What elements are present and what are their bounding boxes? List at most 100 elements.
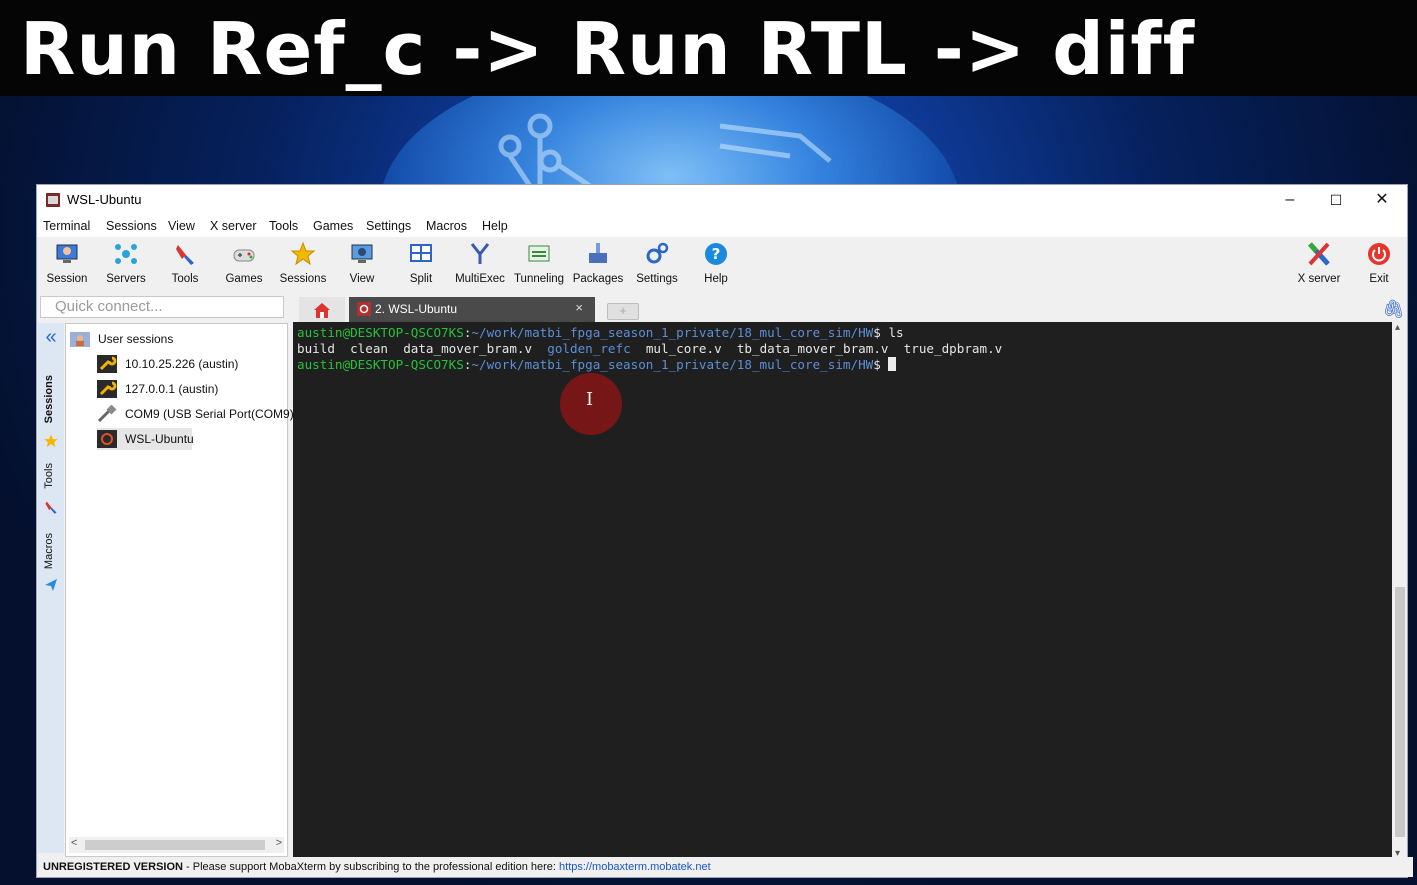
session-item-label: COM9 (USB Serial Port(COM9))	[125, 407, 298, 421]
terminal-scroll-thumb[interactable]	[1395, 587, 1405, 837]
wsl-icon	[97, 430, 117, 448]
paperclip-icon[interactable]: 🖇	[1382, 299, 1405, 320]
servers-button[interactable]: Servers	[96, 237, 156, 291]
ls-entry: tb_data_mover_bram.v	[736, 341, 889, 356]
split-icon	[410, 244, 432, 262]
tunneling-label: Tunneling	[513, 273, 565, 285]
split-button[interactable]: Split	[391, 237, 451, 291]
prompt-path: ~/work/matbi_fpga_season_1_private/18_mu…	[471, 357, 874, 372]
ssh-key-icon	[97, 355, 117, 373]
toolbar: Session Servers Tools Games Sessions Vie…	[37, 237, 1407, 291]
scroll-right-icon[interactable]: >	[276, 837, 282, 849]
session-icon	[56, 244, 78, 263]
scroll-thumb[interactable]	[85, 840, 265, 850]
menu-x-server[interactable]: X server	[210, 219, 257, 233]
settings-button[interactable]: Settings	[627, 237, 687, 291]
terminal-output[interactable]: austin@DESKTOP-QSCO7KS:~/work/matbi_fpga…	[293, 322, 1392, 859]
menu-macros[interactable]: Macros	[426, 219, 467, 233]
ls-entry: mul_core.v	[645, 341, 722, 356]
tab-strip: 2. WSL-Ubuntu × + 🖇	[289, 295, 1407, 322]
help-icon: ?	[705, 243, 727, 265]
sidebar-tab-sessions[interactable]: Sessions	[38, 371, 64, 451]
quick-connect-input[interactable]: Quick connect...	[40, 296, 284, 318]
xserver-label: X server	[1297, 273, 1341, 285]
terminal-line-3: austin@DESKTOP-QSCO7KS:~/work/matbi_fpga…	[297, 357, 897, 373]
help-button[interactable]: ? Help	[686, 237, 746, 291]
gear-icon	[646, 242, 669, 264]
session-item-com9[interactable]: COM9 (USB Serial Port(COM9))	[97, 403, 298, 425]
tab-wsl-ubuntu[interactable]: 2. WSL-Ubuntu ×	[349, 297, 595, 322]
unregistered-label: UNREGISTERED VERSION	[43, 861, 183, 873]
window-title: WSL-Ubuntu	[67, 192, 142, 207]
menu-sessions[interactable]: Sessions	[106, 219, 157, 233]
sidebar-tab-macros[interactable]: Macros	[38, 529, 64, 609]
session-item-ssh-2[interactable]: 127.0.0.1 (austin)	[97, 378, 282, 400]
macros-tab-label: Macros	[43, 533, 55, 570]
user-folder-icon	[70, 332, 90, 347]
packages-button[interactable]: Packages	[568, 237, 628, 291]
games-label: Games	[225, 273, 263, 285]
view-label: View	[349, 273, 375, 285]
menu-view[interactable]: View	[168, 219, 195, 233]
xserver-button[interactable]: X server	[1289, 237, 1349, 291]
prompt-suffix: $	[873, 357, 889, 372]
session-button[interactable]: Session	[37, 237, 97, 291]
scroll-up-icon[interactable]: ▴	[1395, 322, 1400, 333]
prompt-user: austin@DESKTOP-QSCO7KS	[297, 357, 464, 372]
sessions-tree: User sessions 10.10.25.226 (austin) 127.…	[65, 323, 298, 857]
ibeam-cursor-icon: I	[586, 389, 594, 410]
prompt-suffix: $	[873, 325, 889, 340]
minimize-button[interactable]: –	[1267, 185, 1313, 215]
ls-entry: build	[297, 341, 335, 356]
ssh-key-icon	[97, 380, 117, 398]
maximize-button[interactable]: ☐	[1313, 185, 1359, 215]
view-button[interactable]: View	[332, 237, 392, 291]
mobatek-link[interactable]: https://mobaxterm.mobatek.net	[559, 861, 711, 873]
sessions-button[interactable]: Sessions	[273, 237, 333, 291]
svg-text:?: ?	[712, 245, 721, 263]
session-item-label: 10.10.25.226 (austin)	[125, 357, 239, 371]
tools-icon	[176, 245, 194, 265]
exit-button[interactable]: Exit	[1349, 237, 1409, 291]
serial-plug-icon	[97, 405, 117, 423]
tab-close-button[interactable]: ×	[575, 300, 583, 315]
menu-help[interactable]: Help	[482, 219, 508, 233]
menu-terminal[interactable]: Terminal	[43, 219, 90, 233]
new-tab-button[interactable]: +	[607, 303, 639, 320]
session-item-ssh-1[interactable]: 10.10.25.226 (austin)	[97, 353, 282, 375]
session-item-label: 127.0.0.1 (austin)	[125, 382, 219, 396]
mobaxterm-app-icon	[46, 193, 60, 207]
xserver-icon	[1308, 242, 1330, 266]
terminal-command: ls	[888, 325, 904, 340]
games-button[interactable]: Games	[214, 237, 274, 291]
games-icon	[233, 249, 255, 262]
collapse-sidebar-button[interactable]: «	[38, 323, 64, 351]
status-bar: UNREGISTERED VERSION - Please support Mo…	[37, 857, 1413, 877]
close-button[interactable]: ✕	[1359, 185, 1405, 215]
star-icon	[44, 434, 58, 448]
sessions-label: Sessions	[279, 273, 327, 285]
tools-tab-label: Tools	[43, 463, 55, 489]
view-icon	[351, 244, 373, 263]
title-bar[interactable]: WSL-Ubuntu – ☐ ✕	[37, 185, 1407, 215]
menu-settings[interactable]: Settings	[366, 219, 411, 233]
menu-tools[interactable]: Tools	[269, 219, 298, 233]
multiexec-button[interactable]: MultiExec	[450, 237, 510, 291]
text-cursor	[888, 357, 897, 371]
ls-entry: clean	[350, 341, 389, 356]
tunneling-button[interactable]: Tunneling	[509, 237, 569, 291]
tools-button[interactable]: Tools	[155, 237, 215, 291]
ls-entry-dir: golden_refc	[547, 341, 631, 356]
scroll-left-icon[interactable]: <	[71, 837, 77, 849]
terminal-vertical-scrollbar[interactable]: ▴ ▾	[1393, 322, 1407, 859]
send-icon	[45, 579, 57, 591]
menu-games[interactable]: Games	[313, 219, 353, 233]
session-item-wsl-ubuntu[interactable]: WSL-Ubuntu	[97, 428, 194, 450]
sessions-horizontal-scrollbar[interactable]: < >	[69, 837, 284, 853]
user-sessions-folder[interactable]: User sessions	[70, 328, 270, 350]
sidebar-tab-tools[interactable]: Tools	[38, 459, 64, 529]
sessions-tab-label: Sessions	[43, 375, 55, 424]
tunneling-icon	[528, 245, 550, 262]
home-tab[interactable]	[299, 297, 345, 322]
packages-label: Packages	[572, 273, 624, 285]
